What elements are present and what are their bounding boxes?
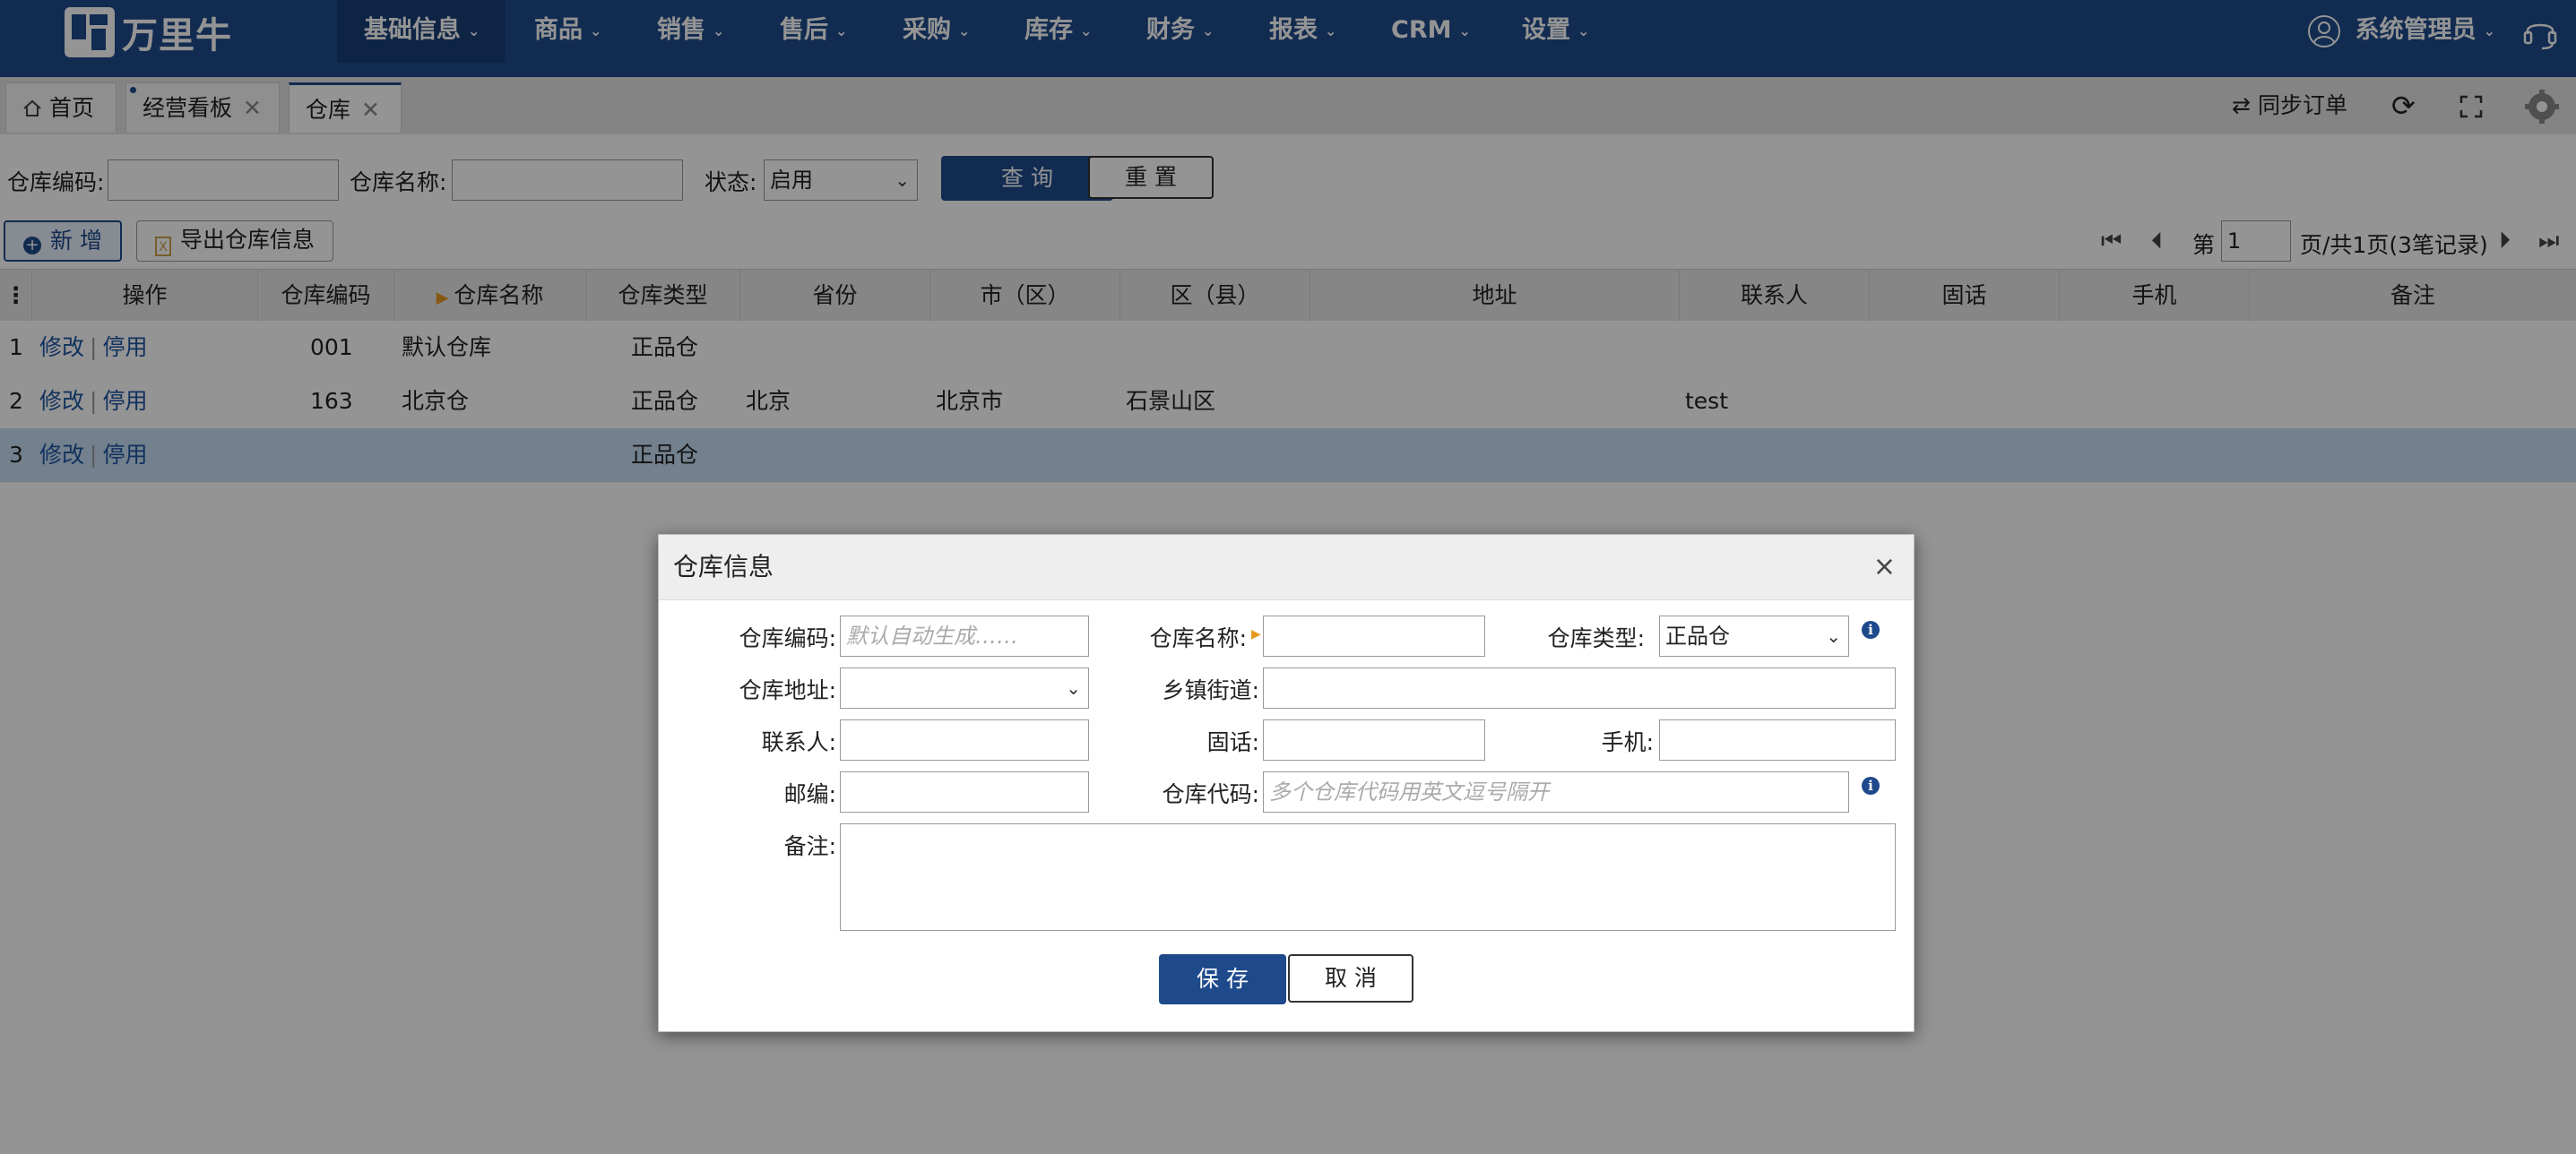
- code-input[interactable]: 默认自动生成……: [840, 616, 1089, 657]
- cancel-button[interactable]: 取 消: [1288, 954, 1413, 1003]
- zip-input[interactable]: [840, 771, 1089, 813]
- type-select[interactable]: 正品仓 ⌄: [1659, 616, 1849, 657]
- code2-placeholder: 多个仓库代码用英文逗号隔开: [1269, 779, 1549, 805]
- name-label: 仓库名称:: [1149, 625, 1247, 651]
- type-label: 仓库类型:: [1547, 625, 1645, 651]
- dialog-title: 仓库信息: [673, 552, 774, 581]
- close-icon[interactable]: ×: [1873, 535, 1896, 599]
- warehouse-code2-input[interactable]: 多个仓库代码用英文逗号隔开: [1263, 771, 1849, 813]
- mobile-input[interactable]: [1659, 719, 1896, 761]
- street-input[interactable]: [1263, 667, 1896, 709]
- chevron-down-icon: ⌄: [1826, 625, 1841, 647]
- info-icon[interactable]: i: [1862, 621, 1880, 639]
- chevron-down-icon: ⌄: [1066, 677, 1081, 699]
- contact-input[interactable]: [840, 719, 1089, 761]
- phone-label: 固话:: [1206, 729, 1259, 755]
- code-placeholder: 默认自动生成……: [846, 624, 1018, 649]
- info-icon[interactable]: i: [1862, 777, 1880, 795]
- address-label: 仓库地址:: [739, 677, 836, 703]
- mobile-label: 手机:: [1601, 729, 1654, 755]
- zip-label: 邮编:: [783, 781, 836, 807]
- phone-input[interactable]: [1263, 719, 1485, 761]
- required-marker-icon: ▶: [1251, 627, 1261, 642]
- save-button[interactable]: 保 存: [1159, 954, 1286, 1004]
- remark-textarea[interactable]: [840, 823, 1896, 931]
- street-label: 乡镇街道:: [1162, 677, 1259, 703]
- code-label: 仓库编码:: [739, 625, 836, 651]
- address-select[interactable]: ⌄: [840, 667, 1089, 709]
- warehouse-code2-label: 仓库代码:: [1162, 781, 1259, 807]
- warehouse-info-dialog: 仓库信息 × 仓库编码: 默认自动生成…… 仓库名称: ▶ 仓库类型: 正品仓 …: [658, 534, 1915, 1032]
- name-input[interactable]: [1263, 616, 1485, 657]
- type-value: 正品仓: [1665, 624, 1730, 649]
- dialog-header: 仓库信息 ×: [659, 535, 1914, 600]
- remark-label: 备注:: [783, 833, 836, 859]
- contact-label: 联系人:: [761, 729, 836, 755]
